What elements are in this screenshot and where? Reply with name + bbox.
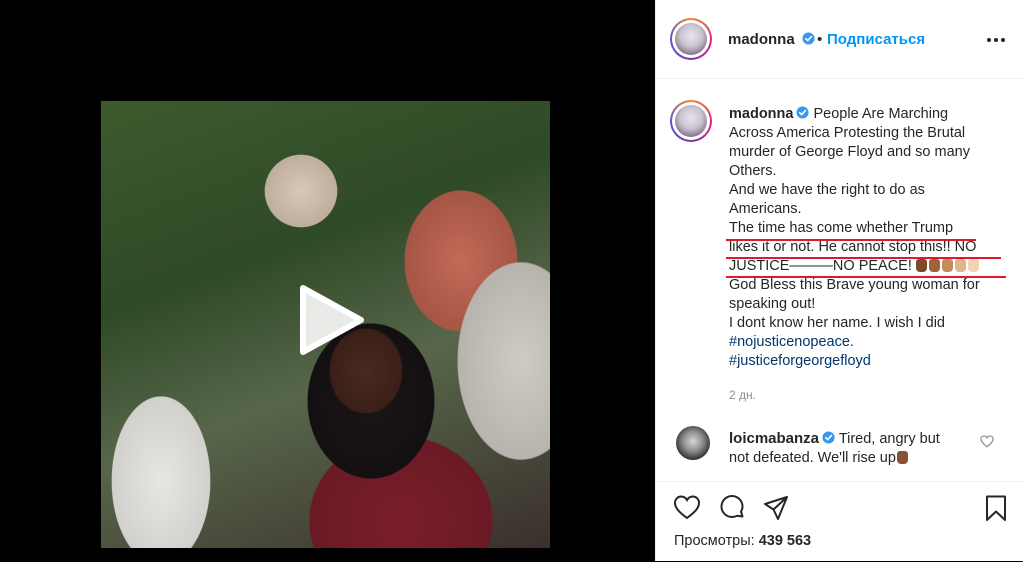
caption-text-line: I dont know her name. I wish I did: [729, 315, 945, 331]
annotation-underline: [726, 239, 976, 241]
verified-badge-icon: [802, 32, 815, 45]
caption-text-line: Across America Protesting the Brutal: [729, 125, 966, 141]
caption-username[interactable]: madonna: [729, 106, 793, 122]
author-username-row: madonna: [728, 31, 815, 49]
comment-bubble-icon[interactable]: [718, 494, 746, 522]
views-count[interactable]: Просмотры: 439 563: [674, 533, 811, 549]
raised-fist-emoji: [941, 259, 953, 272]
post-timestamp[interactable]: 2 дн.: [729, 388, 756, 402]
caption-text-line: JUSTICE———NO PEACE!: [729, 258, 912, 274]
hashtag-link[interactable]: #justiceforgeorgefloyd: [729, 352, 1004, 371]
fist-emoji-row: [915, 258, 981, 274]
post-media-area: [0, 0, 655, 561]
caption-text-line: God Bless this Brave young woman for: [729, 277, 980, 293]
views-value: 439 563: [758, 533, 812, 549]
follow-button[interactable]: Подписаться: [827, 31, 925, 48]
annotation-underline: [726, 257, 1001, 259]
more-options-icon[interactable]: [986, 30, 1008, 50]
verified-badge-icon: [822, 431, 835, 444]
views-label: Просмотры:: [674, 533, 755, 549]
separator-dot: •: [817, 31, 823, 48]
caption-text-line: People Are Marching: [813, 106, 949, 122]
caption-text-line: Americans.: [729, 201, 802, 217]
comment-text: Tired, angry but: [838, 431, 940, 447]
author-avatar[interactable]: [670, 18, 712, 60]
commenter-username[interactable]: loicmabanza: [729, 430, 819, 447]
bookmark-icon[interactable]: [982, 494, 1010, 522]
caption-author-avatar[interactable]: [670, 100, 712, 142]
caption-text-line: The time has come whether Trump: [729, 220, 954, 236]
comment-like-heart-icon[interactable]: [980, 435, 994, 448]
raised-fist-emoji: [896, 451, 908, 464]
raised-fist-emoji: [967, 259, 979, 272]
commenter-avatar[interactable]: [676, 426, 710, 460]
raised-fist-emoji: [915, 259, 927, 272]
author-username[interactable]: madonna: [728, 31, 795, 48]
caption-text-line: murder of George Floyd and so many: [729, 144, 970, 160]
comment-text: not defeated. We'll rise up: [729, 450, 896, 466]
post-header: madonna • Подписаться: [656, 0, 1023, 79]
post-side-panel: madonna • Подписаться madonna People Are…: [655, 0, 1023, 561]
raised-fist-emoji: [954, 259, 966, 272]
paper-plane-icon[interactable]: [762, 494, 790, 522]
play-icon[interactable]: [297, 284, 365, 356]
post-caption: madonna People Are Marching Across Ameri…: [729, 105, 1004, 371]
hashtag-link[interactable]: #nojusticenopeace.: [729, 333, 1004, 352]
comment-item: loicmabanza Tired, angry but not defeate…: [729, 429, 979, 468]
heart-icon[interactable]: [673, 494, 701, 522]
verified-badge-icon: [796, 106, 809, 119]
post-actions-bar: Просмотры: 439 563: [656, 481, 1023, 562]
caption-text-line: Others.: [729, 163, 777, 179]
caption-text-line: And we have the right to do as: [729, 182, 925, 198]
annotation-underline: [726, 276, 1006, 278]
caption-text-line: speaking out!: [729, 296, 816, 312]
comments-section: madonna People Are Marching Across Ameri…: [656, 79, 1023, 481]
raised-fist-emoji: [928, 259, 940, 272]
